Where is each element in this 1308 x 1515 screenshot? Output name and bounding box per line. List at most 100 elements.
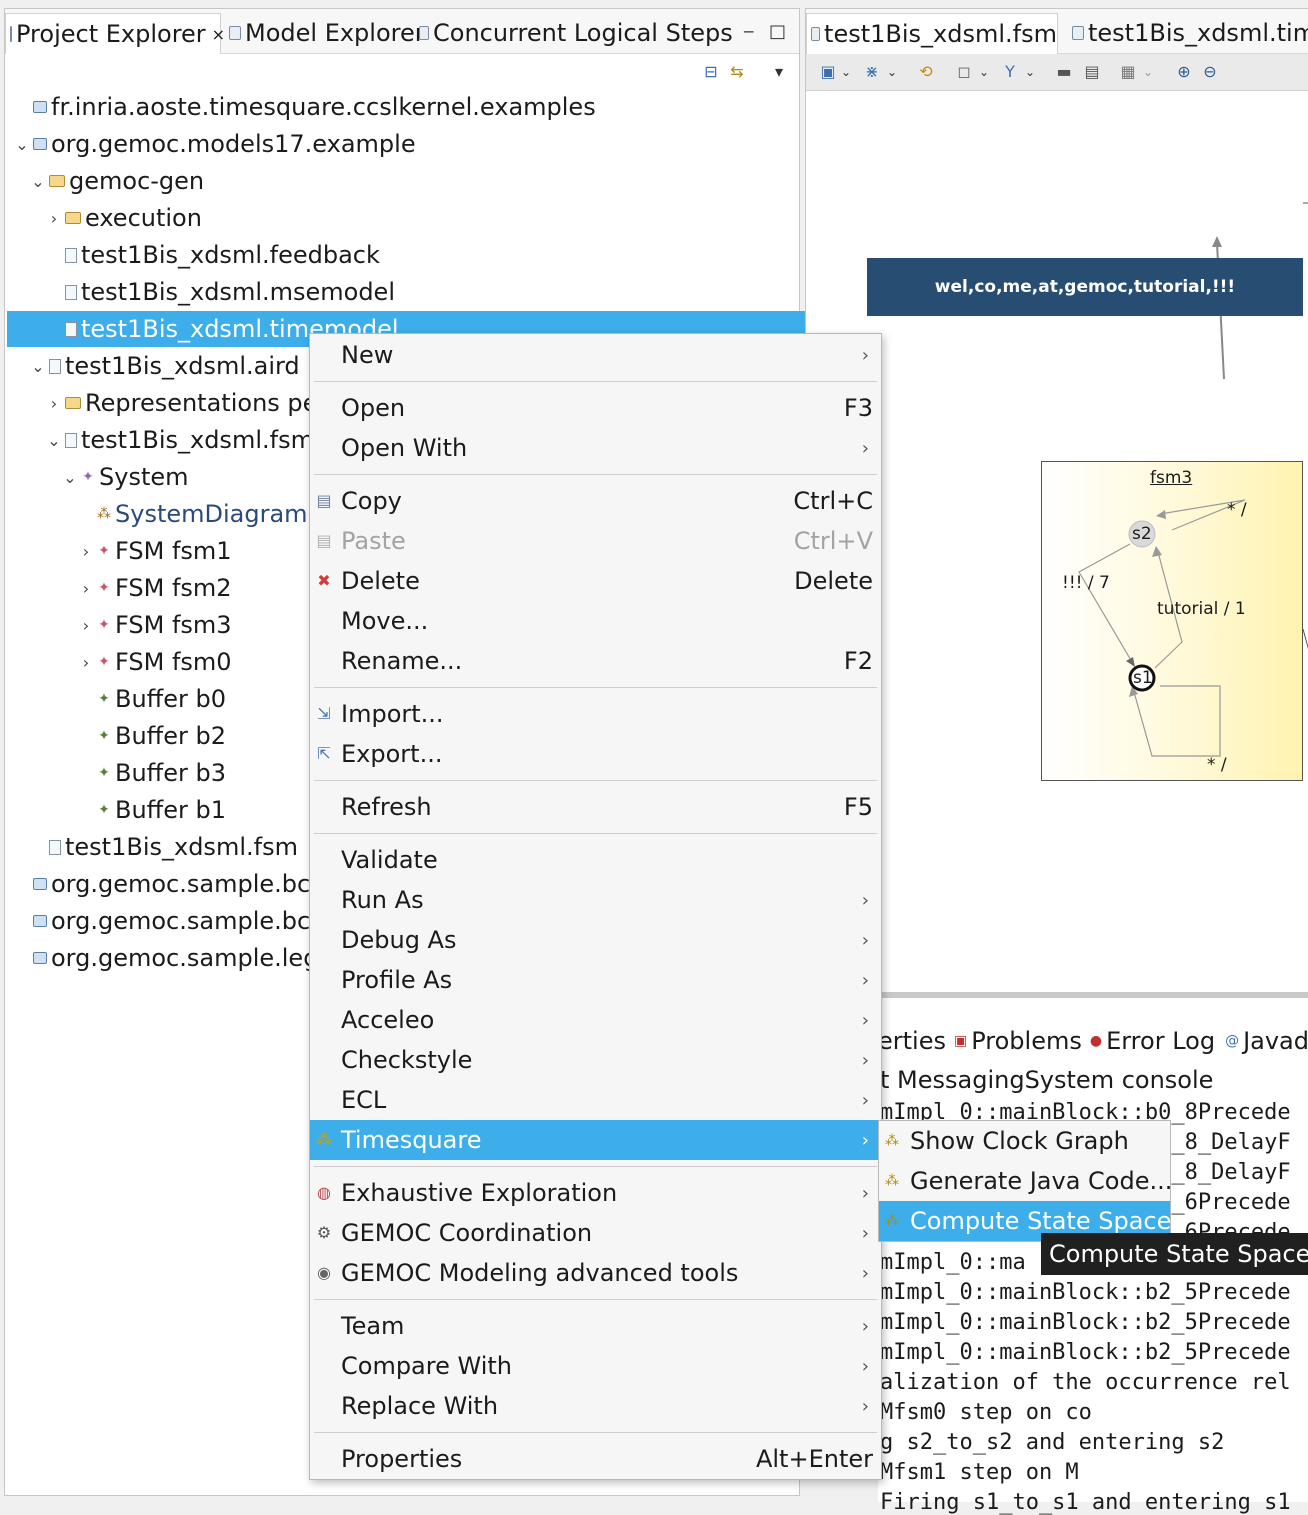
chevron-down-icon[interactable]: ⌄: [63, 468, 77, 487]
chevron-right-icon[interactable]: ›: [79, 653, 93, 672]
tree-item[interactable]: ⌄ org.gemoc.models17.example: [7, 126, 807, 162]
timesquare-icon: ⁂: [885, 1173, 899, 1189]
menu-item-debug-as[interactable]: Debug As ›: [310, 920, 881, 960]
state-s2[interactable]: s2: [1132, 524, 1152, 544]
menu-item-validate[interactable]: Validate: [310, 840, 881, 880]
menu-item-move[interactable]: Move...: [310, 601, 881, 641]
view-menu-icon[interactable]: ▾: [771, 64, 787, 80]
tab-error-log[interactable]: Error Log: [1106, 1027, 1215, 1055]
tree-item[interactable]: › execution: [7, 200, 839, 236]
tab-javadoc[interactable]: Javadoc: [1243, 1027, 1308, 1055]
menu-item-acceleo[interactable]: Acceleo ›: [310, 1000, 881, 1040]
submenu-item-show-clock-graph[interactable]: ⁂ Show Clock Graph: [879, 1121, 1170, 1161]
tab-properties[interactable]: erties: [878, 1027, 946, 1055]
select-icon[interactable]: ⋇: [864, 64, 880, 80]
tab-model-explorer[interactable]: Model Explorer: [225, 13, 425, 53]
menu-item-label: Properties: [341, 1445, 463, 1473]
filter-icon[interactable]: Y: [1002, 64, 1018, 80]
close-icon[interactable]: ×: [212, 25, 225, 44]
chevron-down-icon[interactable]: ⌄: [31, 172, 45, 191]
menu-item-refresh[interactable]: Refresh F5: [310, 787, 881, 827]
timesquare-icon: ⁂: [316, 1130, 332, 1149]
minimize-button[interactable]: ‒: [743, 21, 754, 42]
menu-item-open[interactable]: Open F3: [310, 388, 881, 428]
menu-item-copy[interactable]: ▤ Copy Ctrl+C: [310, 481, 881, 521]
tab-fsm-editor[interactable]: test1Bis_xdsml.fsm: [806, 13, 1058, 54]
arrange-icon[interactable]: ▣: [820, 64, 836, 80]
menu-item-open-with[interactable]: Open With ›: [310, 428, 881, 468]
chevron-down-icon[interactable]: ⌄: [31, 357, 45, 376]
maximize-button[interactable]: □: [769, 21, 786, 42]
tree-item-label: FSM fsm2: [115, 574, 232, 602]
tab-problems[interactable]: Problems: [971, 1027, 1082, 1055]
menu-item-export[interactable]: ⇱ Export...: [310, 734, 881, 774]
tree-item-label: fr.inria.aoste.timesquare.ccslkernel.exa…: [51, 93, 596, 121]
zoom-in-icon[interactable]: ⊕: [1176, 64, 1192, 80]
tree-item[interactable]: test1Bis_xdsml.feedback: [7, 237, 839, 273]
tree-item[interactable]: ⌄ gemoc-gen: [7, 163, 823, 199]
menu-separator: [314, 381, 877, 382]
menu-item-profile-as[interactable]: Profile As ›: [310, 960, 881, 1000]
menu-item-team[interactable]: Team ›: [310, 1306, 881, 1346]
menu-item-new[interactable]: New ›: [310, 335, 881, 375]
menu-item-compare-with[interactable]: Compare With ›: [310, 1346, 881, 1386]
chevron-down-icon[interactable]: ⌄: [1140, 64, 1156, 80]
chevron-right-icon[interactable]: ›: [47, 394, 61, 413]
problems-icon: ▣: [953, 1033, 968, 1049]
import-icon: ⇲: [317, 704, 331, 723]
menu-item-import[interactable]: ⇲ Import...: [310, 694, 881, 734]
menu-item-exhaustive-exploration[interactable]: ◍ Exhaustive Exploration ›: [310, 1173, 881, 1213]
console-line: mImpl_0::ma: [880, 1250, 1026, 1275]
timesquare-submenu: ⁂ Show Clock Graph ⁂ Generate Java Code... ⁂…: [878, 1120, 1173, 1242]
chevron-right-icon: ›: [861, 1129, 869, 1151]
chevron-right-icon[interactable]: ›: [79, 579, 93, 598]
menu-item-gemoc-modeling-advanced-tools[interactable]: ◉ GEMOC Modeling advanced tools ›: [310, 1253, 881, 1293]
timesquare-icon: ⁂: [885, 1213, 899, 1229]
shortcut-label: Ctrl+V: [793, 527, 873, 555]
menu-item-timesquare[interactable]: ⁂ Timesquare ›: [310, 1120, 881, 1160]
menu-item-label: Open: [341, 394, 406, 422]
menu-item-rename[interactable]: Rename... F2: [310, 641, 881, 681]
tab-concurrent-logical-steps[interactable]: Concurrent Logical Steps: [415, 13, 733, 53]
zoom-out-icon[interactable]: ⊖: [1202, 64, 1218, 80]
menu-item-label: Timesquare: [341, 1126, 482, 1154]
message-box-node[interactable]: wel,co,me,at,gemoc,tutorial,!!!: [867, 258, 1303, 316]
chevron-down-icon[interactable]: ⌄: [838, 64, 854, 80]
pin-icon[interactable]: ▬: [1056, 64, 1072, 80]
chevron-down-icon[interactable]: ⌄: [15, 135, 29, 154]
menu-item-ecl[interactable]: ECL ›: [310, 1080, 881, 1120]
chevron-right-icon[interactable]: ›: [79, 542, 93, 561]
collapse-all-icon[interactable]: ⊟: [703, 64, 719, 80]
menu-item-properties[interactable]: Properties Alt+Enter: [310, 1439, 881, 1479]
chevron-down-icon[interactable]: ⌄: [884, 64, 900, 80]
tree-item[interactable]: test1Bis_xdsml.msemodel: [7, 274, 839, 310]
refresh-diagram-icon[interactable]: ⟲: [918, 64, 934, 80]
print-icon[interactable]: ▦: [1120, 64, 1136, 80]
menu-item-delete[interactable]: ✖ Delete Delete: [310, 561, 881, 601]
fsm3-container[interactable]: fsm3 s2 s1 * / !!! / 7 tutorial / 1 * /: [1041, 461, 1303, 781]
menu-item-run-as[interactable]: Run As ›: [310, 880, 881, 920]
menu-item-replace-with[interactable]: Replace With ›: [310, 1386, 881, 1426]
tab-timer-editor[interactable]: test1Bis_xdsml.timer: [1068, 13, 1308, 53]
submenu-item-label: Generate Java Code...: [910, 1167, 1173, 1195]
export-image-icon[interactable]: ▤: [1084, 64, 1100, 80]
chevron-right-icon[interactable]: ›: [47, 209, 61, 228]
tree-item[interactable]: fr.inria.aoste.timesquare.ccslkernel.exa…: [7, 89, 807, 125]
tab-project-explorer[interactable]: Project Explorer ×: [5, 13, 225, 54]
tree-item-label: test1Bis_xdsml.feedback: [81, 241, 380, 269]
chevron-down-icon[interactable]: ⌄: [47, 431, 61, 450]
menu-item-gemoc-coordination[interactable]: ⚙ GEMOC Coordination ›: [310, 1213, 881, 1253]
menu-item-checkstyle[interactable]: Checkstyle ›: [310, 1040, 881, 1080]
chevron-right-icon: ›: [861, 969, 869, 991]
menu-item-label: ECL: [341, 1086, 387, 1114]
diagram-icon: ⁂: [97, 506, 111, 522]
folder-icon: [49, 175, 65, 187]
link-with-editor-icon[interactable]: ⇆: [729, 64, 745, 80]
chevron-down-icon[interactable]: ⌄: [1022, 64, 1038, 80]
javadoc-icon: @: [1225, 1033, 1240, 1049]
chevron-down-icon[interactable]: ⌄: [976, 64, 992, 80]
chevron-right-icon[interactable]: ›: [79, 616, 93, 635]
state-s1[interactable]: s1: [1133, 668, 1153, 688]
layer-icon[interactable]: ◻: [956, 64, 972, 80]
submenu-item-generate-java-code[interactable]: ⁂ Generate Java Code...: [879, 1161, 1173, 1201]
